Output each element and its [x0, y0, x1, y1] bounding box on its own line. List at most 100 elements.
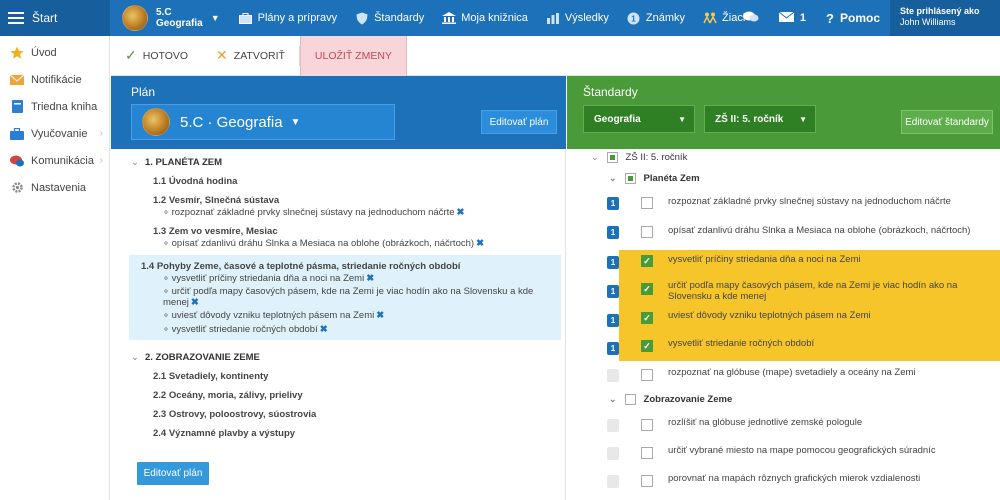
lesson-item[interactable]: 2.4 Významné plavby a výstupy [153, 428, 295, 439]
help-button[interactable]: ? Pomoc [816, 11, 890, 26]
lesson-item[interactable]: 1.3 Zem vo vesmíre, Mesiac [153, 226, 278, 237]
envelope-icon [10, 73, 24, 87]
subject-select[interactable]: Geografia ▼ [583, 105, 695, 133]
user-caption: Ste prihlásený ako [900, 6, 980, 16]
library-icon [442, 12, 457, 24]
sidebar-item-communication[interactable]: Komunikácia › [0, 147, 109, 174]
partial-checkbox[interactable] [624, 173, 636, 184]
standards-header: Štandardy Geografia ▼ ZŠ II: 5. ročník ▼… [567, 76, 1000, 149]
standard-text: rozpoznať na glóbuse (mape) svetadiely a… [668, 367, 916, 378]
lesson-item[interactable]: 2.1 Svetadiely, kontinenty [153, 371, 268, 382]
section-header[interactable]: ⌄ 2. ZOBRAZOVANIE ZEME [131, 352, 260, 363]
partial-checkbox[interactable] [606, 152, 618, 163]
standard-text: rozpoznať základné prvky slnečnej sústav… [668, 196, 951, 207]
standard-text: porovnať na mapách rôznych grafických mi… [668, 473, 921, 484]
remove-icon[interactable]: ✖ [191, 297, 199, 308]
standard-text: rozlíšiť na glóbuse jednotlivé zemské po… [668, 417, 863, 428]
remove-icon[interactable]: ✖ [366, 273, 374, 284]
standard-text: opísať zdanlivú dráhu Slnka a Mesiaca na… [668, 225, 971, 236]
user-name: John Williams [900, 17, 956, 27]
top-bar: Štart 5.C Geografia ▼ Plány a prípravy Š… [0, 0, 1000, 36]
class-code: 5.C [156, 7, 172, 18]
grade-select[interactable]: ZŠ II: 5. ročník ▼ [704, 105, 816, 133]
sidebar-item-notifications[interactable]: Notifikácie [0, 66, 109, 93]
shield-icon [355, 12, 369, 24]
nav-grades[interactable]: 1 Známky [618, 12, 694, 24]
lesson-item[interactable]: 2.2 Oceány, moria, zálivy, prielivy [153, 390, 303, 401]
count-badge: 1 [607, 342, 619, 355]
lesson-item[interactable]: 1.1 Úvodná hodina [153, 176, 237, 187]
standard-text: určiť podľa mapy časových pásem, kde na … [668, 280, 958, 302]
caret-down-icon: ▼ [290, 116, 301, 128]
sidebar-item-teaching[interactable]: Vyučovanie › [0, 120, 109, 147]
standard-checkbox[interactable] [641, 369, 653, 381]
chevron-right-icon: › [99, 128, 103, 139]
user-menu[interactable]: Ste prihlásený ako John Williams [890, 0, 1000, 36]
edit-plan-button[interactable]: Editovať plán [481, 110, 557, 134]
remove-icon[interactable]: ✖ [376, 310, 384, 321]
help-icon: ? [826, 10, 834, 26]
plan-body: ⌄ 1. PLANÉTA ZEM 1.1 Úvodná hodina 1.2 Ve… [111, 149, 566, 500]
standard-checkbox-checked[interactable]: ✓ [641, 255, 653, 267]
remove-icon[interactable]: ✖ [457, 207, 465, 218]
standard-checkbox-checked[interactable]: ✓ [641, 312, 653, 324]
check-icon: ✓ [125, 47, 137, 63]
standard-checkbox[interactable] [641, 226, 653, 238]
group-grade[interactable]: ⌄ ZŠ II: 5. ročník [591, 152, 687, 163]
standard-checkbox[interactable] [641, 475, 653, 487]
close-button[interactable]: ✕ ZATVORIŤ [202, 36, 299, 76]
standard-checkbox[interactable] [641, 447, 653, 459]
sidebar-item-classbook[interactable]: Triedna kniha [0, 93, 109, 120]
students-icon [703, 12, 717, 24]
chat-icon [10, 154, 24, 168]
standard-checkbox-checked[interactable]: ✓ [641, 340, 653, 352]
standard-text: vysvetliť striedanie ročných období [668, 338, 815, 349]
briefcase-icon [10, 127, 24, 141]
chat-button[interactable] [733, 11, 769, 26]
standard-checkbox[interactable] [641, 419, 653, 431]
chevron-down-icon: ⌄ [591, 152, 599, 162]
nav-results[interactable]: Výsledky [537, 12, 618, 24]
mail-icon [778, 11, 795, 25]
plan-class-selector[interactable]: 5.C · Geografia ▼ [131, 104, 395, 140]
count-badge-empty [607, 475, 619, 488]
objective-item: ∘ uviesť dôvody vzniku teplotných pásem … [163, 310, 385, 321]
standard-text: určiť vybrané miesto na mape pomocou geo… [668, 445, 936, 456]
edit-plan-button-bottom[interactable]: Editovať plán [137, 462, 209, 485]
standard-checkbox-checked[interactable]: ✓ [641, 283, 653, 295]
lesson-item[interactable]: 1.2 Vesmír, Slnečná sústava [153, 195, 279, 206]
save-changes-button[interactable]: ULOŽIŤ ZMENY [299, 35, 407, 76]
class-subject: Geografia [156, 18, 203, 29]
lesson-item[interactable]: 2.3 Ostrovy, poloostrovy, súostrovia [153, 409, 316, 420]
nav-library[interactable]: Moja knižnica [433, 12, 537, 24]
mail-count: 1 [799, 12, 807, 24]
class-selector[interactable]: 5.C Geografia ▼ [110, 5, 230, 31]
count-badge-empty [607, 447, 619, 460]
group-checkbox[interactable] [624, 394, 636, 405]
group-planet-earth[interactable]: ⌄ Planéta Zem [609, 173, 700, 184]
caret-down-icon: ▼ [799, 114, 807, 124]
standard-text: uviesť dôvody vzniku teplotných pásem na… [668, 310, 871, 321]
caret-down-icon: ▼ [678, 114, 686, 124]
sidebar: Úvod Notifikácie Triedna kniha Vyučovani… [0, 36, 110, 500]
nav-standards[interactable]: Štandardy [346, 12, 433, 24]
chat-icon [742, 11, 759, 26]
plan-class-label: 5.C · Geografia [180, 113, 283, 131]
section-header[interactable]: ⌄ 1. PLANÉTA ZEM [131, 157, 222, 168]
count-badge-empty [607, 419, 619, 432]
objective-item: ∘ vysvetliť striedanie ročných období ✖ [163, 324, 328, 335]
sidebar-item-home[interactable]: Úvod [0, 39, 109, 66]
lesson-item-selected[interactable]: 1.4 Pohyby Zeme, časové a teplotné pásma… [141, 261, 460, 272]
nav-plans[interactable]: Plány a prípravy [230, 12, 346, 24]
mail-button[interactable]: 1 [769, 11, 816, 25]
svg-text:1: 1 [632, 14, 637, 23]
standard-checkbox[interactable] [641, 197, 653, 209]
edit-standards-button[interactable]: Editovať štandardy [901, 110, 993, 134]
group-earth-representation[interactable]: ⌄ Zobrazovanie Zeme [609, 394, 732, 405]
done-button[interactable]: ✓ HOTOVO [111, 36, 202, 76]
book-icon [10, 100, 24, 114]
start-button[interactable]: Štart [0, 0, 110, 36]
sidebar-item-settings[interactable]: Nastavenia [0, 174, 109, 201]
remove-icon[interactable]: ✖ [476, 238, 484, 249]
remove-icon[interactable]: ✖ [320, 324, 328, 335]
